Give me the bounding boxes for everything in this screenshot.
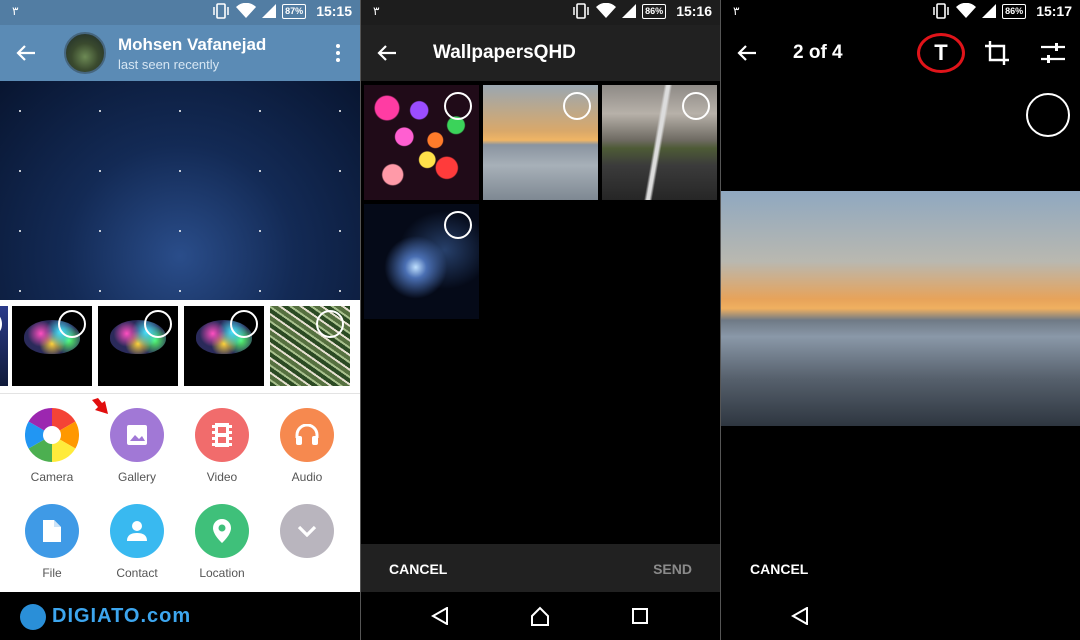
location-pin-icon[interactable] [195, 504, 249, 558]
adjust-sliders-icon[interactable] [1039, 39, 1067, 67]
gallery-photo[interactable] [483, 85, 598, 200]
status-bar: ۳ 86% 15:17 [721, 0, 1080, 25]
status-lead: ۳ [733, 4, 740, 18]
attach-video[interactable]: Video [182, 408, 262, 484]
back-arrow-icon[interactable] [16, 43, 36, 63]
album-header: WallpapersQHD [361, 25, 720, 81]
image-icon[interactable] [110, 408, 164, 462]
attach-more[interactable] [267, 504, 347, 558]
recent-photo-thumb[interactable] [270, 306, 350, 386]
avatar[interactable] [64, 32, 106, 74]
film-icon[interactable] [195, 408, 249, 462]
contact-name[interactable]: Mohsen Vafanejad [118, 35, 266, 55]
attach-label: Gallery [117, 470, 156, 484]
status-time: 15:17 [1036, 3, 1072, 19]
status-time: 15:16 [676, 3, 712, 19]
nav-recents-icon[interactable] [632, 608, 648, 624]
select-circle[interactable] [1026, 93, 1070, 137]
recent-photo-thumb[interactable] [0, 306, 8, 386]
gallery-action-bar: CANCEL SEND [361, 544, 720, 592]
vibrate-icon [213, 3, 229, 19]
nav-back-icon[interactable] [431, 607, 449, 625]
cancel-button[interactable]: CANCEL [750, 561, 808, 577]
attach-label: Location [199, 566, 245, 580]
headphones-icon[interactable] [280, 408, 334, 462]
gallery-album-panel: ۳ 86% 15:16 WallpapersQHD CANCEL SEND [361, 0, 720, 640]
chat-background [0, 81, 360, 300]
nav-home-icon[interactable] [530, 606, 550, 626]
camera-aperture-icon[interactable] [25, 408, 79, 462]
attach-label: Audio [291, 470, 323, 484]
select-circle[interactable] [230, 310, 258, 338]
back-arrow-icon[interactable] [737, 43, 757, 63]
attach-audio[interactable]: Audio [267, 408, 347, 484]
recent-photo-thumb[interactable] [184, 306, 264, 386]
status-bar: ۳ 86% 15:16 [361, 0, 720, 25]
attach-label: Contact [116, 566, 158, 580]
gallery-photo[interactable] [364, 204, 479, 319]
attach-camera[interactable]: Camera [12, 408, 92, 484]
vibrate-icon [933, 3, 949, 19]
select-circle[interactable] [563, 92, 591, 120]
attach-label: Camera [30, 470, 74, 484]
chevron-down-icon[interactable] [280, 504, 334, 558]
battery-indicator: 86% [642, 3, 667, 19]
select-circle[interactable] [144, 310, 172, 338]
digiato-logo-icon [20, 604, 46, 630]
recent-photos-strip[interactable] [0, 300, 360, 394]
status-time: 15:15 [316, 3, 352, 19]
wifi-icon [236, 3, 257, 18]
select-circle[interactable] [682, 92, 710, 120]
album-title: WallpapersQHD [433, 42, 576, 63]
nav-back-icon[interactable] [791, 607, 809, 625]
status-lead: ۳ [373, 4, 380, 18]
status-lead: ۳ [12, 4, 19, 18]
gallery-photo[interactable] [602, 85, 717, 200]
chat-header: Mohsen Vafanejad last seen recently [0, 25, 360, 81]
signal-icon [982, 4, 997, 18]
select-circle[interactable] [444, 211, 472, 239]
attach-file[interactable]: File [12, 504, 92, 580]
attach-gallery[interactable]: Gallery [97, 408, 177, 484]
last-seen-status: last seen recently [118, 57, 220, 72]
attach-location[interactable]: Location [182, 504, 262, 580]
recent-photo-thumb[interactable] [12, 306, 92, 386]
watermark-bar: DIGIATO.com [0, 592, 360, 640]
back-arrow-icon[interactable] [377, 43, 397, 63]
vibrate-icon [573, 3, 589, 19]
text-tool-button[interactable]: T [917, 33, 965, 73]
wifi-icon [596, 3, 617, 18]
select-circle[interactable] [444, 92, 472, 120]
file-icon[interactable] [25, 504, 79, 558]
pointer-arrow-icon [92, 398, 108, 414]
watermark-text: DIGIATO.com [52, 605, 192, 627]
attach-contact[interactable]: Contact [97, 504, 177, 580]
attach-label: Video [206, 470, 238, 484]
more-options-icon[interactable] [336, 43, 340, 63]
crop-icon[interactable] [983, 39, 1011, 67]
status-bar: ۳ 87% 15:15 [0, 0, 360, 25]
attach-label: File [42, 566, 62, 580]
attach-menu: Camera Gallery Video Audio File Contact … [0, 394, 360, 592]
signal-icon [622, 4, 637, 18]
telegram-chat-panel: ۳ 87% 15:15 Mohsen Vafanejad last seen r… [0, 0, 360, 640]
select-circle[interactable] [58, 310, 86, 338]
cancel-button[interactable]: CANCEL [389, 561, 447, 577]
recent-photo-thumb[interactable] [98, 306, 178, 386]
editor-header: 2 of 4 T [721, 25, 1080, 81]
battery-indicator: 86% [1002, 3, 1027, 19]
system-nav-bar [361, 592, 720, 640]
battery-indicator: 87% [282, 3, 307, 19]
wifi-icon [956, 3, 977, 18]
signal-icon [262, 4, 277, 18]
preview-photo [721, 191, 1080, 426]
select-circle[interactable] [316, 310, 344, 338]
photo-editor-panel: ۳ 86% 15:17 2 of 4 T CANCEL [721, 0, 1080, 640]
select-circle[interactable] [0, 310, 2, 338]
send-button[interactable]: SEND [653, 561, 692, 577]
gallery-photo[interactable] [364, 85, 479, 200]
photo-counter: 2 of 4 [793, 42, 843, 63]
person-icon[interactable] [110, 504, 164, 558]
